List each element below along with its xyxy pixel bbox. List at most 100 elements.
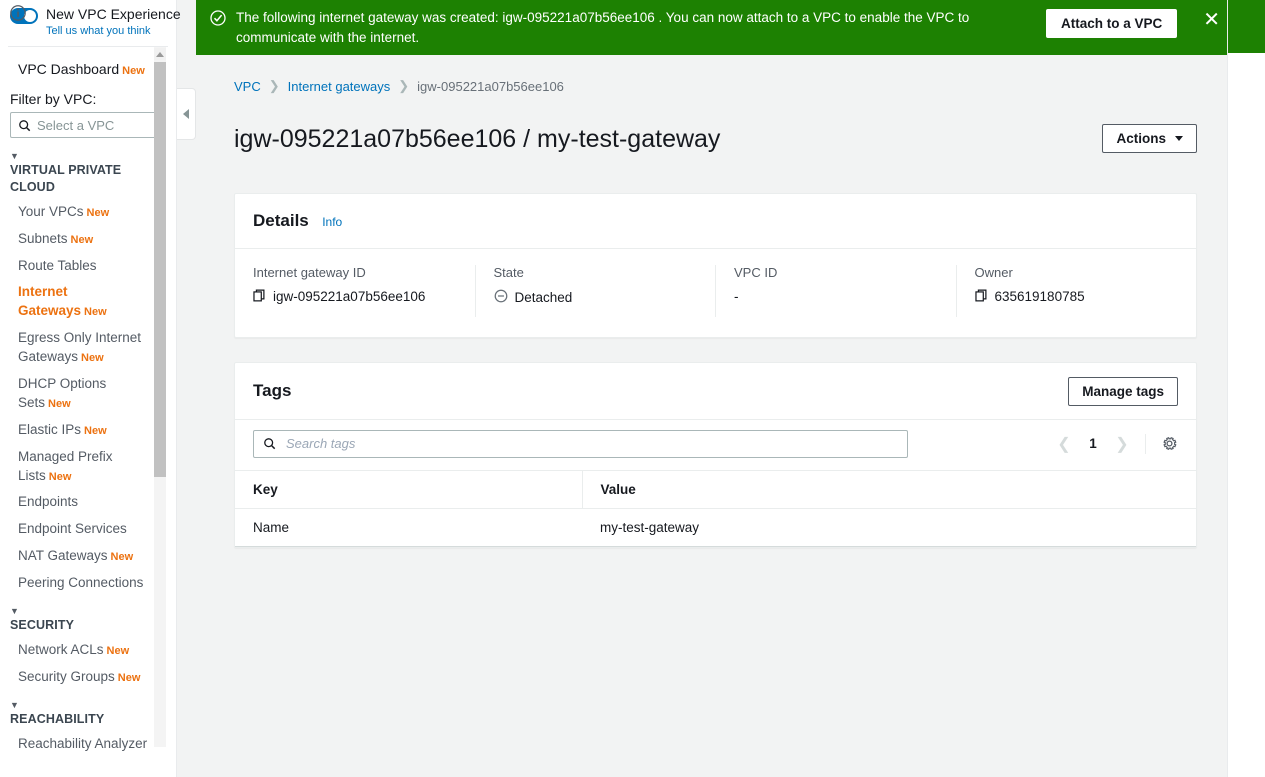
detail-value: igw-095221a07b56ee106 — [273, 289, 426, 305]
close-icon[interactable]: ✕ — [1203, 10, 1220, 30]
sidebar-item-label: Peering Connections — [18, 575, 144, 591]
flash-notification-banner: The following internet gateway was creat… — [196, 0, 1265, 56]
sidebar-item-label: Your VPCs — [18, 203, 84, 219]
sidebar-group-title-reachability: REACHABILITY — [10, 711, 105, 726]
page-number[interactable]: 1 — [1080, 431, 1106, 457]
attach-to-vpc-button[interactable]: Attach to a VPC — [1046, 9, 1178, 38]
sidebar-item-elastic-ips[interactable]: Elastic IPs New — [8, 417, 159, 444]
page-content: VPC ❯ Internet gateways ❯ igw-095221a07b… — [196, 55, 1265, 777]
success-check-icon — [210, 10, 226, 31]
details-panel: Details Info Internet gateway ID igw-095… — [234, 192, 1197, 338]
vpc-select-input[interactable]: Select a VPC — [10, 112, 157, 138]
group-collapse-caret-security[interactable]: ▼ — [8, 597, 159, 617]
sidebar-item-label: Egress Only Internet Gateways — [18, 330, 142, 365]
sidebar-item-vpc-dashboard[interactable]: VPC Dashboard New — [8, 55, 159, 83]
sidebar-item-label: Elastic IPs — [18, 421, 82, 437]
sidebar-item-peering-connections[interactable]: Peering Connections — [8, 570, 159, 597]
chevron-right-icon: ❯ — [268, 78, 280, 94]
group-collapse-caret-virtual-private-cloud[interactable]: ▼ — [8, 142, 159, 162]
sidebar-item-label: Security Groups — [18, 668, 115, 684]
detail-label: State — [493, 264, 524, 280]
new-badge: New — [106, 644, 130, 657]
info-circle-icon[interactable] — [9, 4, 27, 27]
details-panel-header: Details Info — [235, 194, 1196, 249]
detail-label: Internet gateway ID — [253, 264, 366, 280]
sidebar-item-endpoints[interactable]: Endpoints — [8, 489, 159, 516]
actions-button-label: Actions — [1116, 131, 1166, 147]
details-field-row: Internet gateway ID igw-095221a07b56ee10… — [235, 249, 1196, 337]
sidebar-item-endpoint-services[interactable]: Endpoint Services — [8, 516, 159, 543]
sidebar-item-label: Internet Gateways — [18, 284, 82, 319]
tags-panel: Tags Manage tags ❮ 1 ❯ — [234, 361, 1197, 548]
main-content: The following internet gateway was creat… — [196, 0, 1265, 777]
new-badge: New — [70, 233, 94, 246]
tags-search-box[interactable] — [253, 429, 908, 458]
detail-value: Detached — [514, 289, 573, 305]
page-title: igw-095221a07b56ee106 / my-test-gateway — [234, 124, 721, 153]
sidebar-item-your-vpcs[interactable]: Your VPCs New — [8, 199, 159, 226]
sidebar-scroll-up-arrow[interactable] — [154, 48, 166, 60]
details-info-link[interactable]: Info — [322, 215, 342, 229]
sidebar-item-network-acls[interactable]: Network ACLs New — [8, 637, 159, 664]
sidebar-scrollbar-thumb[interactable] — [154, 62, 166, 477]
sidebar-item-subnets[interactable]: Subnets New — [8, 226, 159, 253]
sidebar-item-managed-prefix-lists[interactable]: Managed Prefix Lists New — [8, 444, 159, 490]
tags-title: Tags — [253, 381, 292, 401]
sidebar-item-route-tables[interactable]: Route Tables — [8, 253, 159, 280]
sidebar-item-reachability-analyzer[interactable]: Reachability Analyzer — [8, 731, 159, 758]
detail-value: - — [734, 288, 739, 304]
new-vpc-experience-title: New VPC Experience — [46, 6, 181, 22]
detail-field-internet-gateway-id: Internet gateway ID igw-095221a07b56ee10… — [235, 265, 475, 317]
manage-tags-button[interactable]: Manage tags — [1068, 376, 1178, 406]
new-badge: New — [110, 551, 134, 564]
tags-panel-header: Tags Manage tags — [235, 363, 1196, 420]
copy-icon[interactable] — [974, 289, 988, 305]
copy-icon[interactable] — [253, 289, 266, 305]
column-header-key[interactable]: Key — [235, 470, 582, 509]
breadcrumb: VPC ❯ Internet gateways ❯ igw-095221a07b… — [196, 55, 1265, 94]
gear-icon[interactable] — [1156, 431, 1182, 457]
tell-us-what-you-think-link[interactable]: Tell us what you think — [46, 25, 181, 39]
tag-value-cell: my-test-gateway — [582, 508, 1196, 547]
vpc-console-page: New VPC Experience Tell us what you thin… — [0, 0, 1265, 777]
detail-label: Owner — [974, 264, 1013, 280]
flash-message-text: The following internet gateway was creat… — [236, 10, 970, 45]
sidebar-item-label: NAT Gateways — [18, 548, 108, 564]
actions-button[interactable]: Actions — [1102, 124, 1197, 154]
detached-circle-minus-icon — [494, 289, 508, 306]
sidebar-group-title-virtual-private-cloud: VIRTUAL PRIVATE CLOUD — [10, 163, 122, 194]
right-info-rail — [1227, 0, 1265, 777]
previous-page-icon[interactable]: ❮ — [1051, 431, 1077, 457]
sidebar-item-security-groups[interactable]: Security Groups New — [8, 664, 159, 691]
sidebar-item-dhcp-options-sets[interactable]: DHCP Options Sets New — [8, 371, 159, 417]
new-badge: New — [122, 65, 145, 77]
search-icon — [19, 119, 31, 131]
new-badge: New — [48, 397, 71, 410]
group-collapse-caret-reachability[interactable]: ▼ — [8, 691, 159, 711]
sidebar-item-label: Endpoint Services — [18, 521, 127, 537]
detail-label: VPC ID — [734, 264, 778, 280]
sidebar-group-title-security: SECURITY — [10, 618, 75, 632]
sidebar-item-label: Subnets — [18, 230, 68, 246]
page-header: igw-095221a07b56ee106 / my-test-gateway … — [196, 94, 1265, 171]
table-row[interactable]: Name my-test-gateway — [235, 508, 1196, 547]
breadcrumb-item-vpc[interactable]: VPC — [234, 79, 261, 94]
tags-table: Key Value Name my-test-gateway — [235, 470, 1196, 547]
sidebar-item-internet-gateways[interactable]: Internet Gateways New — [8, 279, 159, 325]
sidebar-scroll-region: VPC Dashboard New Filter by VPC: Select a… — [0, 47, 177, 777]
sidebar-collapse-handle[interactable] — [177, 88, 196, 140]
sidebar-item-label: Network ACLs — [18, 641, 104, 657]
sidebar-item-nat-gateways[interactable]: NAT Gateways New — [8, 543, 159, 570]
sidebar-item-label: Reachability Analyzer — [18, 735, 148, 751]
tags-search-input[interactable] — [284, 435, 898, 453]
sidebar-item-egress-only-internet-gateways[interactable]: Egress Only Internet Gateways New — [8, 325, 159, 371]
column-header-value[interactable]: Value — [581, 470, 1196, 509]
new-badge: New — [84, 424, 107, 437]
new-badge: New — [48, 470, 72, 483]
details-title: Details — [253, 211, 309, 231]
sidebar-item-label: VPC Dashboard — [18, 61, 120, 77]
sidebar-item-label: Endpoints — [18, 494, 79, 510]
breadcrumb-item-internet-gateways[interactable]: Internet gateways — [288, 79, 391, 94]
next-page-icon[interactable]: ❯ — [1109, 431, 1135, 457]
breadcrumb-item-current: igw-095221a07b56ee106 — [417, 78, 564, 94]
